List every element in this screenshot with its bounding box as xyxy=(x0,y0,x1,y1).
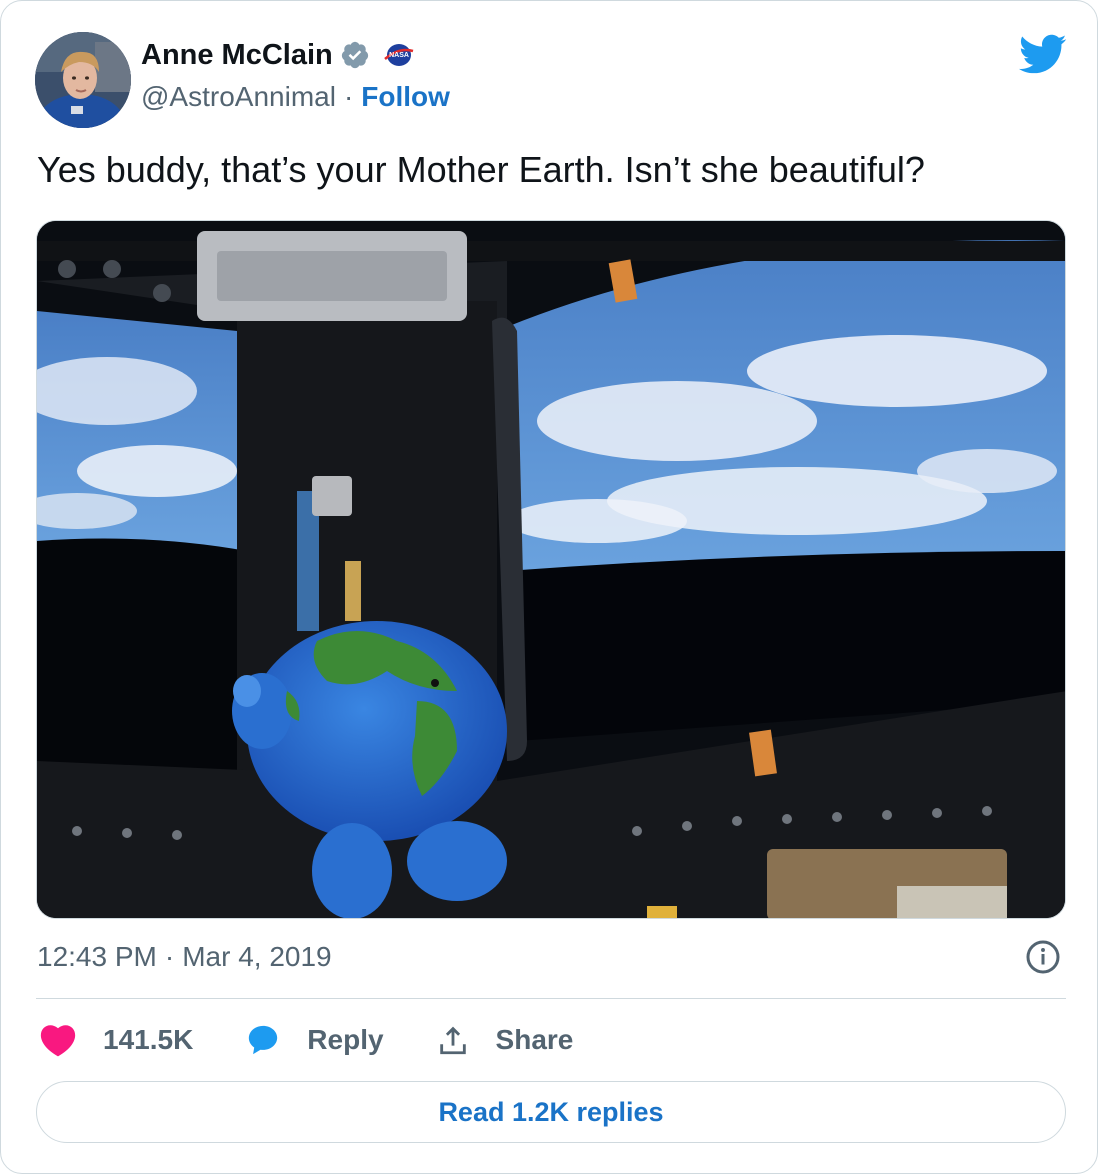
separator-dot: · xyxy=(343,81,354,112)
tweet-actions: 141.5K Reply Share xyxy=(39,1017,625,1063)
svg-text:NASA: NASA xyxy=(389,52,409,59)
heart-icon xyxy=(40,1025,76,1057)
like-button[interactable]: 141.5K xyxy=(39,1023,193,1057)
reply-bubble-icon xyxy=(249,1025,278,1055)
reply-button[interactable]: Reply xyxy=(245,1023,384,1057)
read-replies-button[interactable]: Read 1.2K replies xyxy=(36,1081,1066,1143)
author-handle-row: @AstroAnnimal · Follow xyxy=(141,81,450,113)
tweet-photo[interactable] xyxy=(36,220,1066,919)
info-icon[interactable] xyxy=(1025,939,1061,975)
author-name-row: Anne McClain NASA xyxy=(141,37,416,73)
tweet-date: Mar 4, 2019 xyxy=(182,941,332,972)
author-handle[interactable]: @AstroAnnimal xyxy=(141,81,336,113)
like-count: 141.5K xyxy=(103,1024,194,1055)
share-label: Share xyxy=(495,1024,574,1055)
tweet-card: Anne McClain NASA @AstroAnnimal · Follow… xyxy=(0,0,1098,1174)
timestamp-separator: · xyxy=(164,941,175,972)
author-avatar[interactable] xyxy=(35,32,131,128)
tweet-time: 12:43 PM xyxy=(37,941,157,972)
tweet-timestamp[interactable]: 12:43 PM · Mar 4, 2019 xyxy=(37,941,332,973)
divider xyxy=(36,998,1066,999)
read-replies-label: Read 1.2K replies xyxy=(438,1096,664,1127)
share-upload-icon xyxy=(439,1026,466,1055)
author-name[interactable]: Anne McClain xyxy=(141,39,333,72)
follow-button[interactable]: Follow xyxy=(361,81,450,113)
share-button[interactable]: Share xyxy=(436,1023,574,1057)
verified-badge-icon xyxy=(340,40,370,70)
tweet-text: Yes buddy, that’s your Mother Earth. Isn… xyxy=(37,149,925,190)
reply-label: Reply xyxy=(307,1024,384,1055)
nasa-logo: NASA xyxy=(382,43,416,67)
twitter-bird-icon[interactable] xyxy=(1017,33,1067,75)
